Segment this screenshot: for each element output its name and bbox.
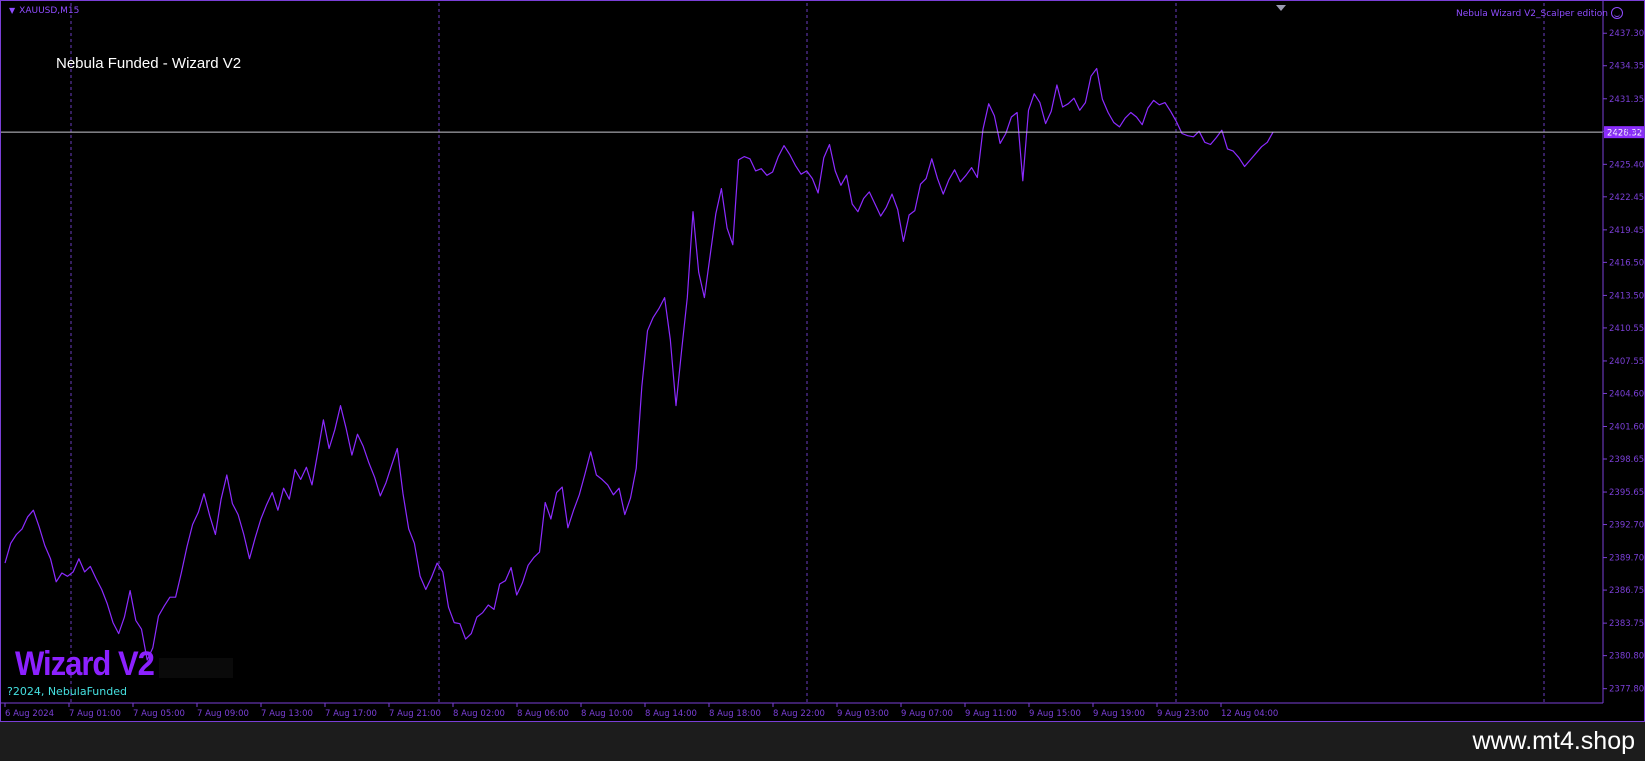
wizard-logo: Wizard V2 <box>15 644 155 683</box>
time-tick-label: 9 Aug 23:00 <box>1157 709 1209 719</box>
time-tick-label: 9 Aug 11:00 <box>965 709 1017 719</box>
time-tick-label: 7 Aug 05:00 <box>133 709 185 719</box>
price-series <box>4 67 1274 661</box>
price-tick-label: 2395.65 <box>1609 488 1644 498</box>
time-tick-label: 9 Aug 07:00 <box>901 709 953 719</box>
watermark: www.mt4.shop <box>1472 727 1635 755</box>
time-tick-label: 7 Aug 21:00 <box>389 709 441 719</box>
price-tick-label: 2380.80 <box>1609 652 1644 662</box>
price-axis: 2437.30 2434.35 2431.35 2428.40 2425.40 2422.… <box>1602 1 1644 703</box>
time-tick-label: 8 Aug 02:00 <box>453 709 505 719</box>
time-tick-label: 7 Aug 17:00 <box>325 709 377 719</box>
price-tick-label: 2407.55 <box>1609 357 1644 367</box>
price-tick-label: 2377.80 <box>1609 685 1644 695</box>
price-line-series <box>4 67 1274 661</box>
chart-shift-marker <box>1276 5 1286 11</box>
price-tick-label: 2437.30 <box>1609 29 1644 39</box>
time-tick-label: 8 Aug 14:00 <box>645 709 697 719</box>
price-chart[interactable]: 2428.32 2437.30 2434.35 2431.35 2428.40 2425… <box>1 1 1645 723</box>
price-tick-label: 2392.70 <box>1609 521 1644 531</box>
price-tick-label: 2398.65 <box>1609 455 1644 465</box>
price-tick-label: 2422.45 <box>1609 193 1644 203</box>
time-tick-label: 12 Aug 04:00 <box>1221 709 1278 719</box>
time-tick-label: 9 Aug 03:00 <box>837 709 889 719</box>
day-separators <box>70 3 1545 703</box>
symbol-text: XAUUSD,M15 <box>19 6 80 16</box>
dropdown-triangle-icon[interactable]: ▼ <box>9 6 15 15</box>
price-tick-label: 2434.35 <box>1609 62 1644 72</box>
current-price-line: 2428.32 <box>1 5 1644 139</box>
symbol-label[interactable]: ▼ XAUUSD,M15 <box>9 6 79 16</box>
footer-bar <box>0 722 1645 761</box>
copyright-text: ?2024, NebulaFunded <box>7 685 127 698</box>
smiley-icon[interactable] <box>1611 7 1623 19</box>
price-tick-label: 2401.60 <box>1609 423 1644 433</box>
time-tick-label: 8 Aug 22:00 <box>773 709 825 719</box>
price-tick-label: 2413.50 <box>1609 291 1644 301</box>
time-tick-label: 9 Aug 19:00 <box>1093 709 1145 719</box>
price-tick-label: 2428.40 <box>1609 127 1644 137</box>
price-tick-label: 2431.35 <box>1609 95 1644 105</box>
price-tick-label: 2389.70 <box>1609 554 1644 564</box>
price-tick-label: 2425.40 <box>1609 160 1644 170</box>
time-tick-label: 7 Aug 01:00 <box>69 709 121 719</box>
time-tick-label: 7 Aug 13:00 <box>261 709 313 719</box>
time-tick-label: 8 Aug 10:00 <box>581 709 633 719</box>
price-tick-label: 2404.60 <box>1609 389 1644 399</box>
overlay-title: Nebula Funded - Wizard V2 <box>56 55 242 72</box>
price-tick-label: 2410.55 <box>1609 324 1644 334</box>
time-tick-label: 8 Aug 06:00 <box>517 709 569 719</box>
time-tick-label: 9 Aug 15:00 <box>1029 709 1081 719</box>
time-tick-label: 7 Aug 09:00 <box>197 709 249 719</box>
price-tick-label: 2419.45 <box>1609 226 1644 236</box>
price-tick-label: 2383.75 <box>1609 619 1644 629</box>
chart-window[interactable]: 2428.32 2437.30 2434.35 2431.35 2428.40 2425… <box>0 0 1645 722</box>
indicator-label[interactable]: Nebula Wizard V2_Scalper edition <box>1456 9 1608 19</box>
time-axis: 6 Aug 2024 7 Aug 01:00 7 Aug 05:00 7 Aug 09… <box>1 702 1603 719</box>
price-tick-label: 2386.75 <box>1609 586 1644 596</box>
time-tick-label: 6 Aug 2024 <box>5 709 54 719</box>
time-tick-label: 8 Aug 18:00 <box>709 709 761 719</box>
price-tick-label: 2416.50 <box>1609 258 1644 268</box>
logo-dark-bar <box>159 658 233 678</box>
